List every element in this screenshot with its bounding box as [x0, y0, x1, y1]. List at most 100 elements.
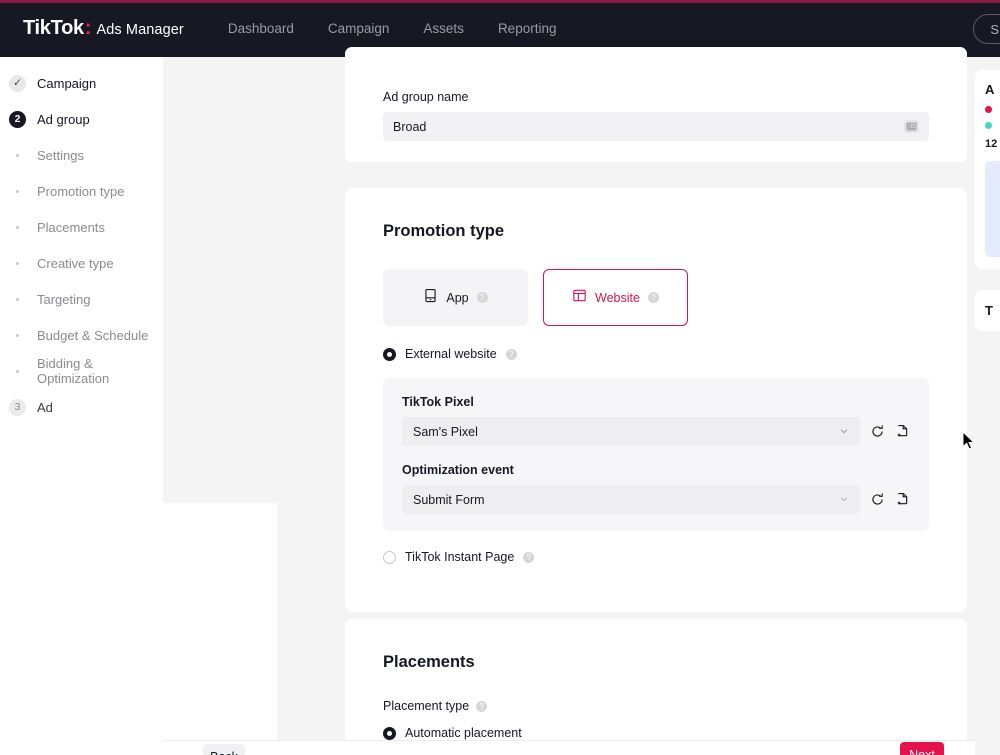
- bullet-dot-icon: [9, 333, 26, 337]
- help-icon[interactable]: ?: [505, 348, 517, 360]
- sidebar-item-bidding-optimization-label: Bidding & Optimization: [37, 356, 110, 386]
- promotion-option-app-label: App: [446, 290, 469, 305]
- back-button[interactable]: Back: [203, 744, 245, 755]
- ad-group-name-value: Broad: [393, 119, 427, 134]
- sidebar-step-ad[interactable]: 3 Ad: [0, 389, 163, 425]
- preview-panel-highlight[interactable]: [985, 161, 1000, 257]
- optimization-event-value: Submit Form: [413, 492, 485, 507]
- account-pill-label: S: [990, 21, 999, 37]
- promotion-type-card: Promotion type App ? Website ? External …: [345, 188, 967, 612]
- chevron-down-icon: [839, 493, 849, 507]
- main-content: Ad group name Broad Promotion type App ?…: [163, 47, 975, 755]
- optimization-event-select[interactable]: Submit Form: [402, 485, 860, 514]
- sidebar-step-adgroup-label: Ad group: [37, 111, 90, 127]
- tiktok-pixel-row: Sam's Pixel: [402, 417, 910, 446]
- brand-logo[interactable]: TikTok : Ads Manager: [23, 17, 184, 40]
- external-website-radio-row[interactable]: External website ?: [383, 347, 929, 361]
- status-dot-pink-icon: [985, 106, 992, 113]
- sidebar-step-campaign-label: Campaign: [37, 75, 97, 91]
- sidebar-item-creative-type[interactable]: Creative type: [0, 245, 163, 281]
- brand-subtitle: Ads Manager: [96, 22, 184, 38]
- sidebar-item-targeting-label: Targeting: [37, 291, 91, 307]
- mouse-cursor: [962, 430, 976, 456]
- refresh-icon[interactable]: [870, 424, 885, 439]
- mobile-app-icon: [423, 288, 438, 308]
- help-icon[interactable]: ?: [647, 292, 659, 303]
- placement-type-label-row: Placement type ?: [383, 699, 929, 713]
- sidebar-item-settings[interactable]: Settings: [0, 137, 163, 173]
- sidebar-step-campaign[interactable]: ✓ Campaign: [0, 65, 163, 101]
- preview-panel: A 12: [975, 70, 1000, 269]
- preview-panel-count: 12: [985, 138, 998, 150]
- radio-selected-icon[interactable]: [383, 347, 396, 361]
- promotion-type-title: Promotion type: [383, 222, 505, 240]
- check-icon: ✓: [9, 74, 26, 92]
- sidebar-item-bidding-optimization[interactable]: Bidding & Optimization: [0, 353, 163, 389]
- navbar-accent-line: [0, 0, 1000, 3]
- help-icon[interactable]: ?: [523, 551, 535, 563]
- sidebar-item-budget-schedule-label: Budget & Schedule: [37, 327, 149, 343]
- sidebar-item-placements[interactable]: Placements: [0, 209, 163, 245]
- radio-unselected-icon[interactable]: [383, 550, 396, 564]
- ad-group-name-label: Ad group name: [383, 90, 469, 104]
- floating-overlay-panel: [163, 503, 277, 755]
- sidebar-step-adgroup[interactable]: 2 Ad group: [0, 101, 163, 137]
- step-number-badge: 3: [9, 398, 26, 416]
- instant-page-radio-row[interactable]: TikTok Instant Page ?: [383, 550, 929, 564]
- bullet-dot-icon: [9, 261, 26, 265]
- nav-links: Dashboard Campaign Assets Reporting: [228, 21, 557, 36]
- bullet-dot-icon: [9, 369, 26, 373]
- bullet-dot-icon: [9, 297, 26, 301]
- chevron-down-icon: [839, 425, 849, 439]
- stepper-sidebar: ✓ Campaign 2 Ad group Settings Promotion…: [0, 57, 163, 755]
- promotion-type-options: App ? Website ?: [383, 269, 929, 326]
- sidebar-item-promotion-type[interactable]: Promotion type: [0, 173, 163, 209]
- ad-group-name-field: Ad group name Broad: [345, 47, 967, 141]
- tiktok-pixel-select[interactable]: Sam's Pixel: [402, 417, 860, 446]
- brand-tiktok-text: TikTok: [23, 17, 84, 39]
- automatic-placement-radio-row[interactable]: Automatic placement: [383, 726, 929, 740]
- help-icon[interactable]: ?: [476, 700, 488, 712]
- secondary-preview-panel: T: [975, 290, 1000, 331]
- brand-colon: :: [84, 17, 92, 39]
- help-icon[interactable]: ?: [476, 292, 488, 303]
- footer-bar: [163, 740, 975, 755]
- preview-panel-row-2: [985, 122, 1000, 129]
- step-number-badge: 2: [9, 110, 26, 128]
- radio-selected-icon[interactable]: [383, 726, 396, 740]
- promotion-option-app[interactable]: App ?: [383, 269, 528, 326]
- next-button[interactable]: Next: [900, 742, 944, 755]
- settings-card: Ad group name Broad: [345, 47, 967, 162]
- nav-link-dashboard[interactable]: Dashboard: [228, 21, 294, 36]
- sidebar-item-promotion-type-label: Promotion type: [37, 183, 125, 199]
- sidebar-step-ad-label: Ad: [37, 399, 53, 415]
- secondary-preview-panel-title: T: [985, 303, 993, 318]
- bullet-dot-icon: [9, 153, 26, 157]
- promotion-option-website[interactable]: Website ?: [543, 269, 688, 326]
- new-document-icon[interactable]: [895, 492, 910, 507]
- nav-link-assets[interactable]: Assets: [423, 21, 464, 36]
- website-layout-icon: [572, 288, 587, 308]
- optimization-event-row: Submit Form: [402, 485, 910, 514]
- automatic-placement-label: Automatic placement: [405, 726, 522, 740]
- sidebar-item-budget-schedule[interactable]: Budget & Schedule: [0, 317, 163, 353]
- sidebar-item-creative-type-label: Creative type: [37, 255, 114, 271]
- promotion-option-website-label: Website: [595, 290, 640, 305]
- nav-link-reporting[interactable]: Reporting: [498, 21, 557, 36]
- new-document-icon[interactable]: [895, 424, 910, 439]
- placements-title: Placements: [383, 653, 475, 671]
- instant-page-label: TikTok Instant Page: [405, 550, 515, 564]
- tiktok-pixel-value: Sam's Pixel: [413, 424, 478, 439]
- ad-group-name-input[interactable]: Broad: [383, 112, 929, 141]
- preview-panel-row-3: 12: [985, 138, 1000, 150]
- placement-type-label: Placement type: [383, 699, 470, 713]
- nav-link-campaign[interactable]: Campaign: [328, 21, 390, 36]
- refresh-icon[interactable]: [870, 492, 885, 507]
- account-pill-button[interactable]: S: [973, 14, 1000, 44]
- id-card-icon[interactable]: [904, 120, 919, 133]
- preview-panel-title: A: [985, 82, 995, 97]
- sidebar-item-targeting[interactable]: Targeting: [0, 281, 163, 317]
- pixel-subpanel: TikTok Pixel Sam's Pixel Optimization ev…: [383, 378, 929, 531]
- preview-panel-row-1: [985, 106, 1000, 113]
- placements-card: Placements Placement type ? Automatic pl…: [345, 619, 967, 755]
